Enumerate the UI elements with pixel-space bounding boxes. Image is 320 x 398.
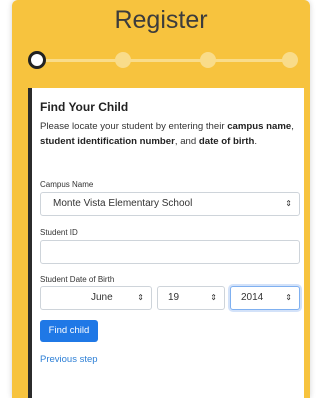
progress-stepper: [12, 50, 310, 70]
dob-month-value: June: [91, 292, 113, 303]
step-2: [115, 52, 131, 68]
card-intro: Please locate your student by entering t…: [40, 119, 300, 149]
intro-bold-student-id: student identification number: [40, 136, 175, 147]
intro-text: , and: [174, 136, 199, 147]
student-id-label: Student ID: [40, 228, 78, 237]
dob-day-select[interactable]: 19 ⇕: [157, 286, 225, 310]
register-panel: Register Find Your Child Please locate y…: [12, 0, 310, 398]
stepper-track: [38, 59, 296, 62]
select-arrows-icon: ⇕: [285, 199, 292, 208]
campus-select-value: Monte Vista Elementary School: [53, 198, 193, 209]
select-arrows-icon: ⇕: [210, 293, 217, 302]
intro-text: ,: [291, 121, 294, 132]
find-child-button[interactable]: Find child: [40, 320, 98, 342]
campus-select[interactable]: Monte Vista Elementary School ⇕: [40, 192, 300, 216]
select-arrows-icon: ⇕: [137, 293, 144, 302]
campus-name-label: Campus Name: [40, 180, 94, 189]
dob-year-value: 2014: [241, 292, 264, 303]
dob-year-select[interactable]: 2014 ⇕: [230, 286, 300, 310]
select-arrows-icon: ⇕: [285, 293, 292, 302]
dob-label: Student Date of Birth: [40, 275, 115, 284]
intro-text: Please locate your student by entering t…: [40, 121, 228, 132]
previous-step-link[interactable]: Previous step: [40, 354, 98, 365]
find-child-card: Find Your Child Please locate your stude…: [28, 88, 304, 398]
dob-day-value: 19: [168, 292, 180, 303]
step-1-current: [28, 51, 46, 69]
step-3: [200, 52, 216, 68]
intro-text: .: [254, 136, 257, 147]
intro-bold-dob: date of birth: [198, 136, 255, 147]
intro-bold-campus: campus name: [227, 121, 292, 132]
step-4: [282, 52, 298, 68]
page-title: Register: [114, 6, 208, 34]
card-heading: Find Your Child: [40, 100, 129, 114]
dob-month-select[interactable]: June ⇕: [40, 286, 152, 310]
student-id-input[interactable]: [40, 240, 300, 264]
